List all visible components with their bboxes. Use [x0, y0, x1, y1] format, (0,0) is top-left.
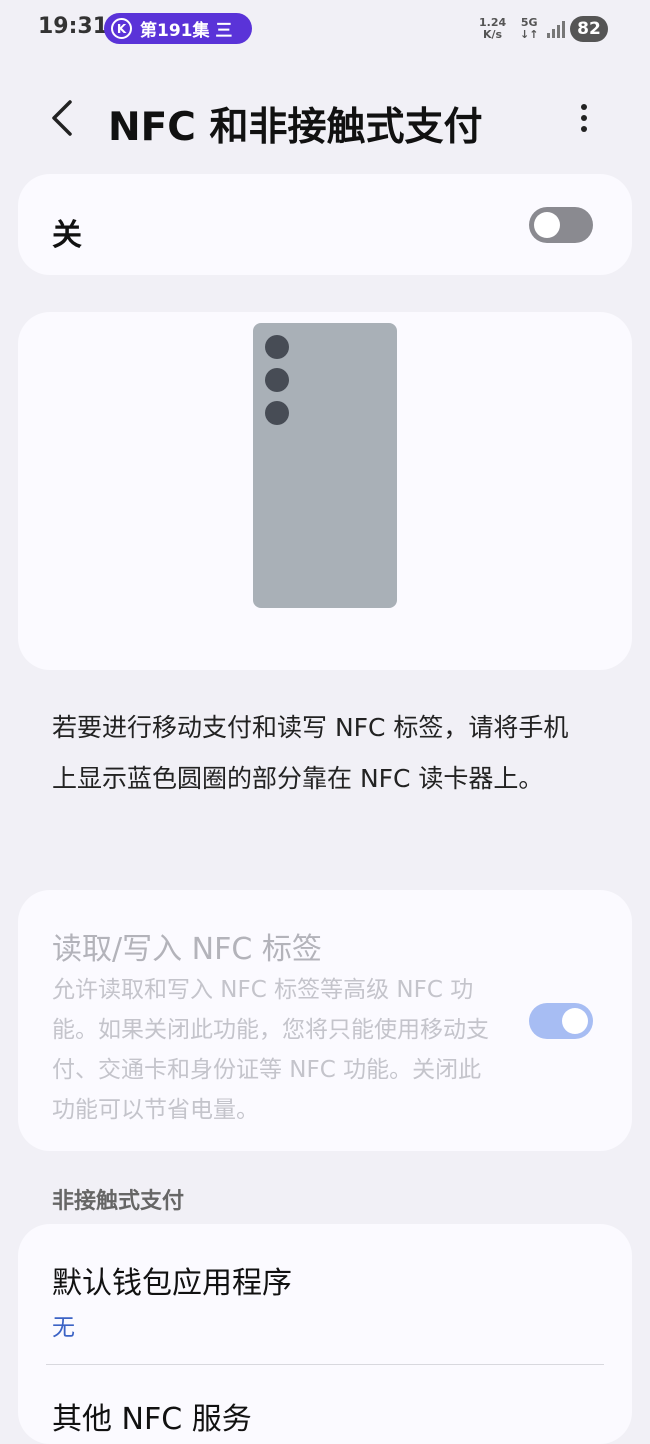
- network-speed: 1.24 K/s: [479, 17, 506, 41]
- nfc-tags-description: 允许读取和写入 NFC 标签等高级 NFC 功能。如果关闭此功能，您将只能使用移…: [52, 977, 489, 1123]
- signal-icon: [547, 21, 565, 38]
- toggle-knob: [534, 212, 560, 238]
- media-app-icon: K: [111, 18, 132, 39]
- camera-lens-icon: [265, 335, 289, 359]
- phone-back-illustration: [253, 323, 397, 608]
- toggle-knob: [562, 1008, 588, 1034]
- default-wallet-value: 无: [52, 1315, 75, 1341]
- more-options-icon: [581, 104, 587, 110]
- data-activity-icon: ↓↑: [520, 28, 539, 41]
- default-wallet-title[interactable]: 默认钱包应用程序: [52, 1258, 292, 1302]
- battery-badge: 82: [570, 16, 608, 42]
- back-button[interactable]: [44, 96, 84, 140]
- other-nfc-services-title[interactable]: 其他 NFC 服务: [52, 1394, 252, 1438]
- divider: [46, 1364, 604, 1365]
- status-time: 19:31: [38, 14, 109, 39]
- nfc-description: 若要进行移动支付和读写 NFC 标签，请将手机上显示蓝色圆圈的部分靠在 NFC …: [52, 713, 569, 793]
- nfc-tags-toggle: [529, 1003, 593, 1039]
- nfc-master-toggle[interactable]: [529, 207, 593, 243]
- contactless-section-header: 非接触式支付: [52, 1189, 185, 1214]
- nfc-master-switch-label: 关: [52, 218, 82, 253]
- page-title: NFC 和非接触式支付: [108, 105, 483, 150]
- network-type: 5G ↓↑: [520, 17, 538, 41]
- camera-lens-icon: [265, 368, 289, 392]
- more-options-button[interactable]: [572, 100, 596, 136]
- camera-lens-icon: [265, 401, 289, 425]
- nfc-tags-title: 读取/写入 NFC 标签: [52, 932, 322, 967]
- media-notification-pill[interactable]: K 第191集 三: [104, 13, 252, 44]
- network-speed-unit: K/s: [483, 28, 503, 41]
- media-notification-text: 第191集 三: [140, 21, 233, 41]
